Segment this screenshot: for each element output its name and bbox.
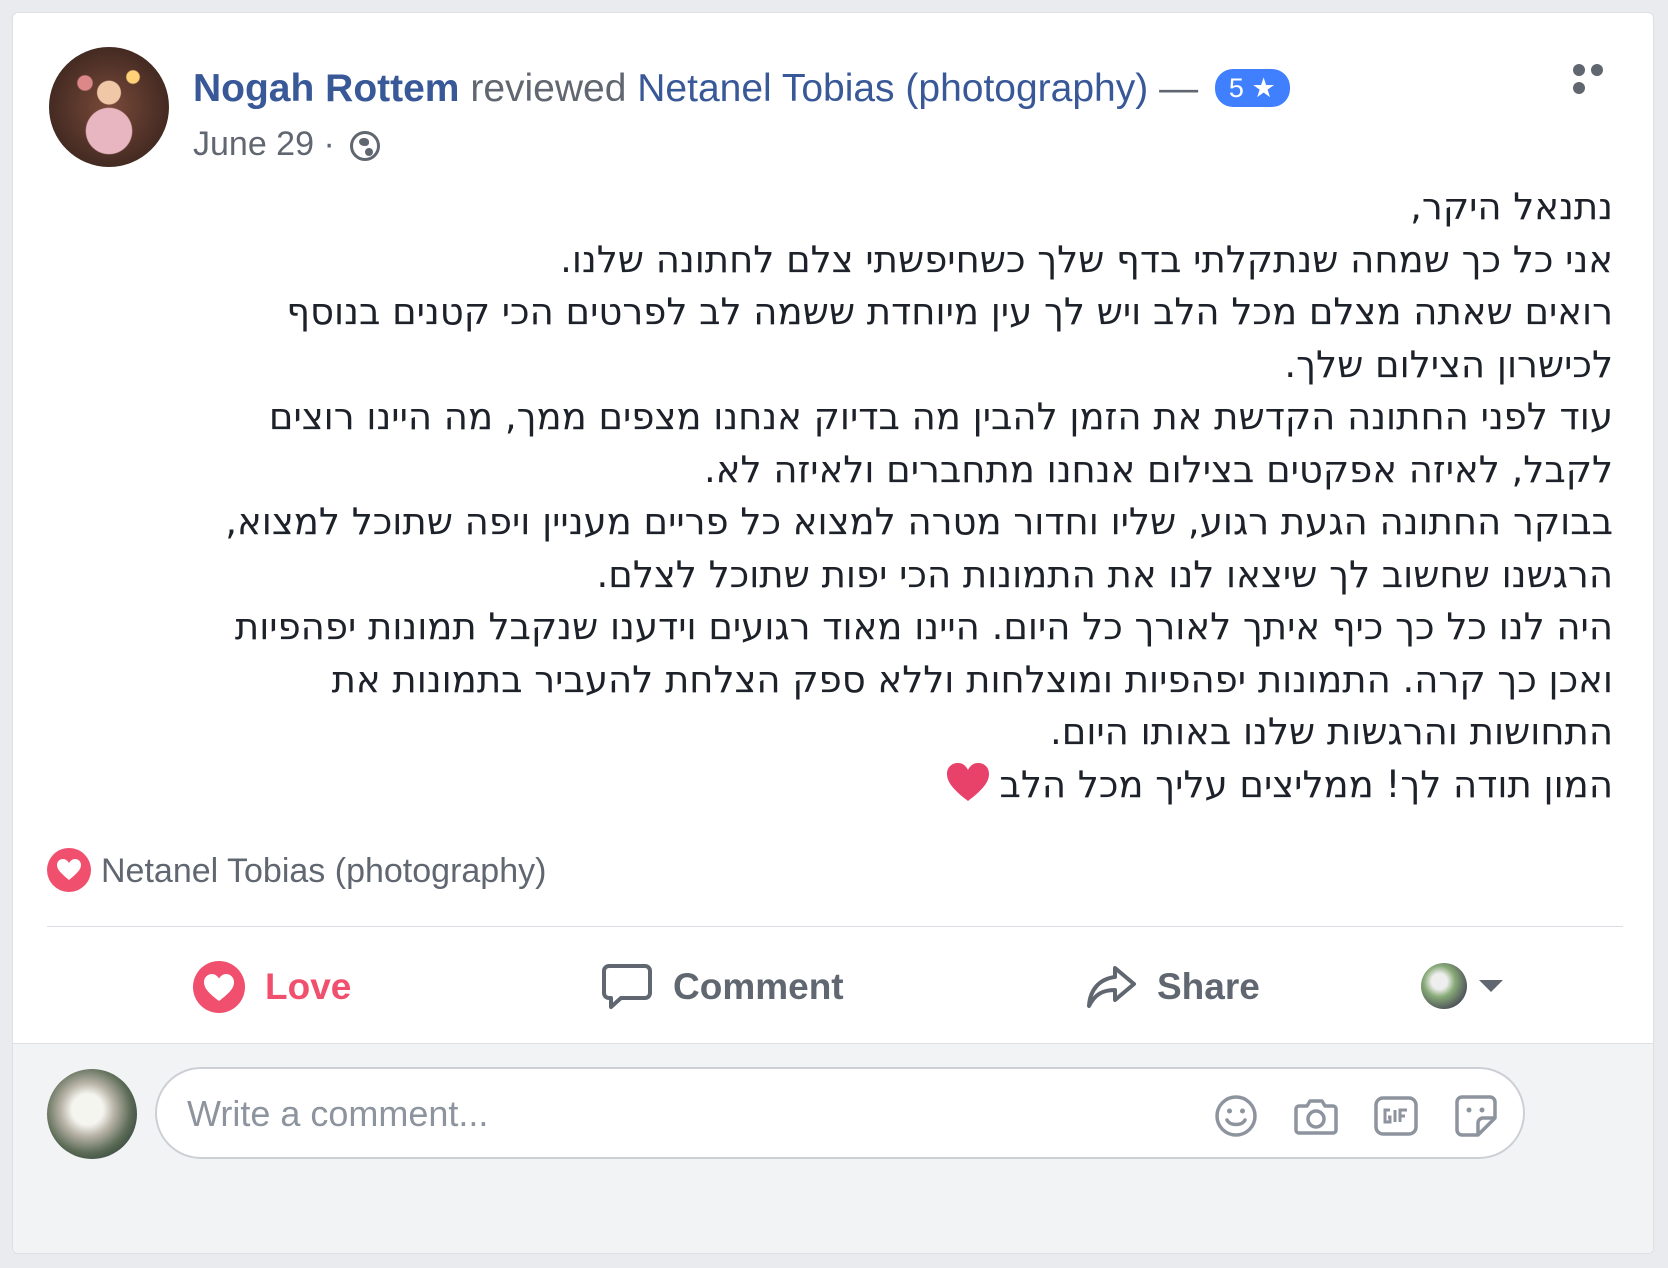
review-line: הרגשנו שחשוב לך שיצאו לנו את התמונות הכי… [596,552,1613,596]
emoji-icon[interactable] [1213,1093,1259,1139]
comment-box[interactable] [155,1067,1525,1159]
meta-separator: · [323,125,335,163]
reviewed-page-link[interactable]: Netanel Tobias (photography) [637,67,1148,110]
heart-icon [193,961,245,1013]
rating-badge: 5 ★ [1214,69,1290,107]
comment-label: Comment [673,966,844,1007]
user-mini-avatar [1421,963,1467,1009]
share-label: Share [1157,966,1260,1007]
review-line: עוד לפני החתונה הקדשת את הזמן להבין מה ב… [268,395,1613,438]
post-date[interactable]: June 29 [193,125,314,163]
author-avatar[interactable] [49,47,169,167]
reaction-summary[interactable]: Netanel Tobias (photography) [47,848,546,893]
review-closing-text: המון תודה לך! ממליצים עליך מכל הלב [999,762,1613,806]
rating-value: 5 [1228,73,1244,103]
review-text: נתנאל היקר, אני כל כך שמחה שנתקלתי בדף ש… [53,181,1613,811]
review-line: לכישרון הצילום שלך. [1284,342,1613,386]
more-options-icon[interactable] [1573,63,1625,94]
gif-icon[interactable] [1373,1093,1419,1139]
review-line: ואכן כך קרה. התמונות יפהפיות ומוצלחות ול… [331,657,1613,701]
chevron-down-icon [1479,980,1503,992]
review-line: התחושות והרגשות שלנו באותו היום. [1050,710,1613,753]
reviewed-verb: reviewed [470,67,627,110]
review-post-card: Nogah Rottem reviewed Netanel Tobias (ph… [12,12,1654,1254]
share-button[interactable]: Share [1085,957,1260,1017]
globe-icon[interactable] [350,131,381,161]
author-name-link[interactable]: Nogah Rottem [193,67,460,110]
post-header: Nogah Rottem reviewed Netanel Tobias (ph… [193,63,1290,115]
heart-emoji-icon [947,762,990,801]
current-user-avatar[interactable] [47,1069,137,1159]
love-button[interactable]: Love [193,957,351,1017]
sticker-icon[interactable] [1453,1093,1499,1139]
post-meta: June 29 · [193,123,381,165]
review-line: רואים שאתה מצלם מכל הלב ויש לך עין מיוחד… [286,290,1613,333]
review-line: לקבל, לאיזה אפקטים בצילום אנחנו מתחברים … [704,447,1613,491]
review-line: היה לנו כל כך כיף איתך לאורך כל היום. הי… [234,605,1613,648]
share-arrow-icon [1087,966,1136,1008]
comment-bubble-icon [602,964,652,1009]
divider [47,926,1623,927]
post-as-selector[interactable] [1421,963,1503,1009]
review-line-last: המון תודה לך! ממליצים עליך מכל הלב [53,759,1613,812]
reactor-name[interactable]: Netanel Tobias (photography) [101,852,546,890]
star-icon: ★ [1251,73,1276,103]
review-line: בבוקר החתונה הגעת רגוע, שליו וחדור מטרה … [225,500,1613,543]
comment-input[interactable] [185,1091,1149,1137]
header-dash: — [1159,67,1199,110]
review-line: נתנאל היקר, [1410,185,1613,228]
comment-button[interactable]: Comment [601,957,844,1017]
love-label: Love [265,966,352,1007]
love-reaction-icon [47,848,91,892]
camera-icon[interactable] [1293,1093,1339,1139]
review-line: אני כל כך שמחה שנתקלתי בדף שלך כשחיפשתי … [560,237,1613,281]
